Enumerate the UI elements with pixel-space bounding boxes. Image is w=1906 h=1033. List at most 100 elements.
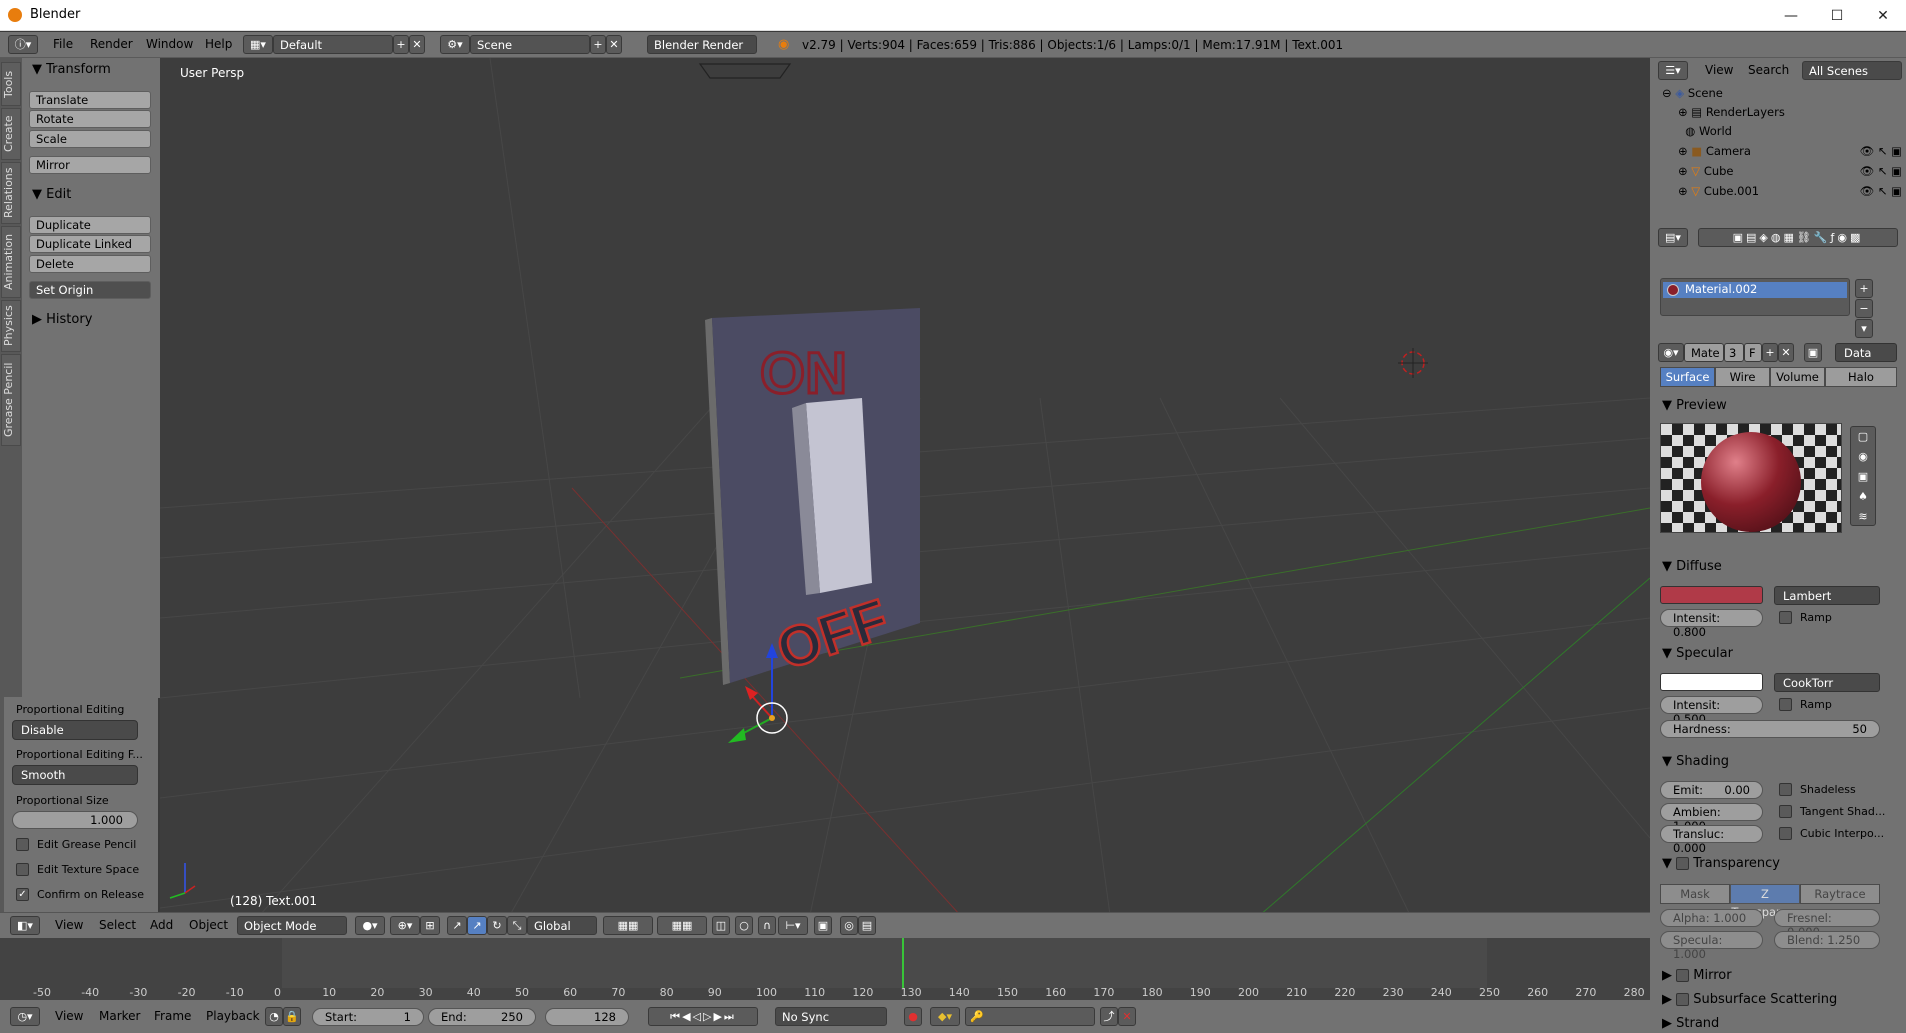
transluc-field[interactable]: Transluc: 0.000 <box>1660 825 1763 855</box>
current-frame-field[interactable]: 128 <box>545 1008 629 1026</box>
menu-help[interactable]: Help <box>205 37 232 51</box>
tab-grease-pencil[interactable]: Grease Pencil <box>1 354 21 446</box>
delete-button[interactable]: Delete <box>29 255 151 273</box>
add-layout-icon[interactable]: + <box>393 35 409 54</box>
unlink-material-icon[interactable]: ✕ <box>1778 343 1794 362</box>
alpha-field[interactable]: Alpha: 1.000 <box>1660 909 1763 927</box>
material-slot-list[interactable]: Material.002 <box>1660 278 1850 316</box>
prop-edit-icon[interactable]: ○ <box>735 916 753 935</box>
mirror-button[interactable]: Mirror <box>29 156 151 174</box>
layout-field[interactable]: Default <box>273 35 393 54</box>
editor-type-icon[interactable]: ⓘ▾ <box>8 35 38 54</box>
duplicate-linked-button[interactable]: Duplicate Linked <box>29 235 151 253</box>
anim-render-icon[interactable]: ▤ <box>858 916 876 935</box>
tab-animation[interactable]: Animation <box>1 226 21 298</box>
scale-button[interactable]: Scale <box>29 130 151 148</box>
tab-volume[interactable]: Volume <box>1770 367 1825 387</box>
tl-menu-marker[interactable]: Marker <box>99 1009 140 1023</box>
close-button[interactable]: ✕ <box>1860 0 1906 31</box>
end-frame-field[interactable]: End: 250 <box>428 1008 536 1026</box>
mirror-header[interactable]: ▶ Mirror <box>1662 968 1732 983</box>
props-type-icon[interactable]: ▤▾ <box>1658 228 1688 247</box>
edit-texture-checkbox[interactable] <box>16 863 29 876</box>
transparency-checkbox[interactable] <box>1676 857 1690 870</box>
props-context-tabs[interactable]: ▣▤◈◍▦⛓🔧ƒ◉▩ <box>1698 228 1898 247</box>
set-origin-dropdown[interactable]: Set Origin <box>29 281 151 299</box>
diffuse-ramp-checkbox[interactable] <box>1779 611 1792 624</box>
slot-menu-icon[interactable]: ▾ <box>1855 319 1873 338</box>
preview-shape-icons[interactable]: ▢ ◉ ▣ ♠ ≋ <box>1850 426 1876 526</box>
ambient-field[interactable]: Ambien: 1.000 <box>1660 803 1763 833</box>
translate-manip-icon[interactable]: ↗ <box>447 916 467 935</box>
history-header[interactable]: ▶ History <box>32 312 92 327</box>
menu-object[interactable]: Object <box>189 918 228 932</box>
timeline[interactable]: -50 -40 -30 -20 -10 0 10 20 30 40 50 60 70 80 90 100 110… <box>0 938 1650 1000</box>
specular-intensity-field[interactable]: Intensit: 0.500 <box>1660 696 1763 726</box>
add-slot-icon[interactable]: + <box>1855 279 1873 298</box>
cubic-checkbox[interactable] <box>1779 827 1792 840</box>
tab-create[interactable]: Create <box>1 108 21 160</box>
menu-select[interactable]: Select <box>99 918 136 932</box>
material-browse-icon[interactable]: ◉▾ <box>1658 343 1684 362</box>
opengl-render-icon[interactable]: ◎ <box>840 916 858 935</box>
material-slot-item[interactable]: Material.002 <box>1663 282 1847 298</box>
mode-dropdown[interactable]: Object Mode <box>237 916 347 935</box>
shadeless-checkbox[interactable] <box>1779 783 1792 796</box>
material-name-field[interactable]: Mate <box>1684 343 1724 362</box>
3d-viewport[interactable]: ON OFF User Persp (128) Text.001 <box>160 58 1650 915</box>
keying-set-field[interactable]: 🔑 <box>965 1007 1095 1026</box>
transparency-header[interactable]: ▼ Transparency <box>1662 856 1780 871</box>
menu-file[interactable]: File <box>53 37 73 51</box>
scale-manip-icon[interactable]: ⤡ <box>507 916 527 935</box>
data-dropdown[interactable]: Data <box>1835 343 1897 362</box>
minimize-button[interactable]: — <box>1768 0 1814 31</box>
rotate-button[interactable]: Rotate <box>29 110 151 128</box>
confirm-release-checkbox[interactable]: ✓ <box>16 888 29 901</box>
material-link-icon[interactable]: ▣ <box>1804 343 1822 362</box>
menu-add[interactable]: Add <box>150 918 173 932</box>
specular-ramp-checkbox[interactable] <box>1779 698 1792 711</box>
sss-header[interactable]: ▶ Subsurface Scattering <box>1662 992 1837 1007</box>
tab-halo[interactable]: Halo <box>1825 367 1897 387</box>
tl-menu-playback[interactable]: Playback <box>206 1009 260 1023</box>
outliner-row-world[interactable]: ◍ World <box>1678 124 1906 143</box>
strand-header[interactable]: ▶ Strand <box>1662 1016 1719 1031</box>
blend-field[interactable]: Blend: 1.250 <box>1774 931 1880 949</box>
prop-falloff-dropdown[interactable]: Smooth <box>12 765 138 785</box>
render-engine-dropdown[interactable]: Blender Render <box>647 35 757 54</box>
tl-editor-type-icon[interactable]: ◷▾ <box>10 1007 40 1026</box>
tab-physics[interactable]: Physics <box>1 300 21 352</box>
specular-header[interactable]: ▼ Specular <box>1662 646 1733 661</box>
outliner-row-camera[interactable]: ⊕ ■ Camera 👁 ↖ ▣ <box>1678 144 1906 163</box>
translate-button[interactable]: Translate <box>29 91 151 109</box>
tl-menu-view[interactable]: View <box>55 1009 83 1023</box>
playback-controls[interactable]: ⏮◀◁▷▶⏭ <box>648 1007 758 1026</box>
tab-surface[interactable]: Surface <box>1660 367 1715 387</box>
outliner-row-renderlayers[interactable]: ⊕ ▤ RenderLayers <box>1678 105 1906 124</box>
remove-layout-icon[interactable]: ✕ <box>409 35 425 54</box>
orientation-dropdown[interactable]: Global <box>527 916 597 935</box>
sss-checkbox[interactable] <box>1676 993 1690 1006</box>
edit-grease-checkbox[interactable] <box>16 838 29 851</box>
rotate-manip-icon[interactable]: ↻ <box>487 916 507 935</box>
outliner-row-cube001[interactable]: ⊕ ▽ Cube.001 👁 ↖ ▣ <box>1678 184 1906 203</box>
material-users[interactable]: 3 <box>1724 343 1744 362</box>
add-scene-icon[interactable]: + <box>590 35 606 54</box>
outliner-menu-view[interactable]: View <box>1705 63 1733 77</box>
scene-field[interactable]: Scene <box>470 35 590 54</box>
menu-window[interactable]: Window <box>146 37 193 51</box>
shading-icon[interactable]: ●▾ <box>355 916 385 935</box>
current-frame-line[interactable] <box>902 938 904 988</box>
emit-field[interactable]: Emit: 0.00 <box>1660 781 1763 799</box>
pivot-icon[interactable]: ⊕▾ <box>390 916 420 935</box>
layers-right-icon[interactable]: ▦▦ <box>657 916 707 935</box>
translate-active-icon[interactable]: ↗ <box>467 916 487 935</box>
tab-relations[interactable]: Relations <box>1 162 21 224</box>
snap-element-icon[interactable]: ⊢▾ <box>778 916 808 935</box>
trans-tab-ztransparency[interactable]: Z Transpare... <box>1730 884 1800 919</box>
lock-layers-icon[interactable]: ◫ <box>712 916 730 935</box>
scene-icon[interactable]: ⚙▾ <box>440 35 470 54</box>
render-preview-icon[interactable]: ▣ <box>814 916 832 935</box>
edit-header[interactable]: ▼ Edit <box>32 187 71 202</box>
outliner-row-scene[interactable]: ⊖ ◈ Scene <box>1662 86 1902 105</box>
